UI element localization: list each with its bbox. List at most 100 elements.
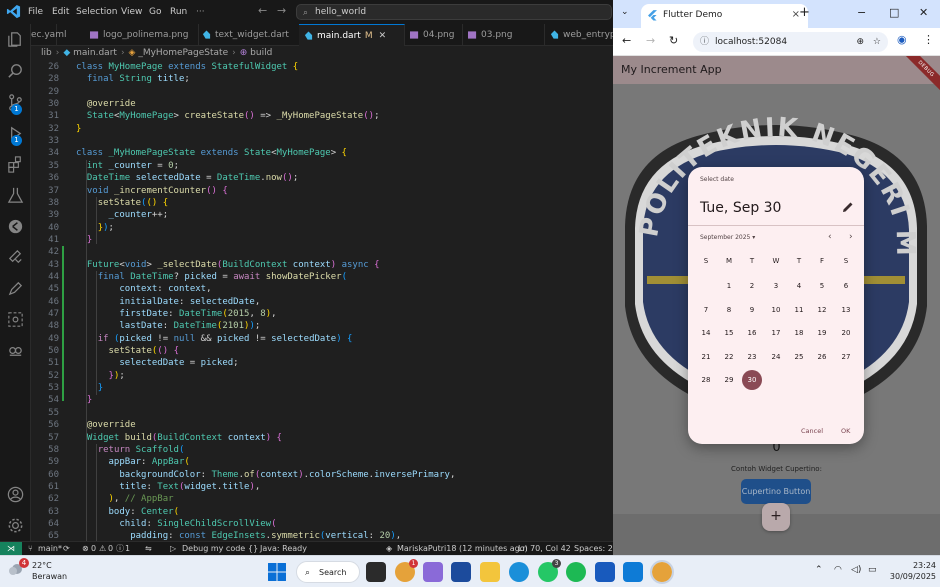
command-center-search[interactable]: ⌕ hello_world (296, 4, 612, 20)
extensions-icon[interactable] (6, 155, 25, 174)
code-line[interactable]: 54 } (31, 395, 613, 407)
calendar-day[interactable]: 14 (696, 323, 716, 343)
calendar-day[interactable]: 27 (836, 347, 856, 367)
tab-main-dart[interactable]: main.dart M ✕ (299, 24, 405, 46)
calendar-day[interactable]: 25 (789, 347, 809, 367)
code-line[interactable]: 51 selectedDate = picked; (31, 358, 613, 370)
code-line[interactable]: 33 (31, 136, 613, 148)
flutter-devtools-icon[interactable] (6, 217, 25, 236)
source-control-icon[interactable]: 1 (6, 93, 25, 115)
info-count[interactable]: 1 (125, 542, 130, 555)
code-line[interactable]: 31 State<MyHomePage> createState() => _M… (31, 111, 613, 123)
code-line[interactable]: 42 (31, 247, 613, 259)
calendar-day[interactable]: 3 (766, 276, 786, 296)
breadcrumb-item[interactable]: build (250, 48, 272, 58)
tab-text-widget[interactable]: text_widget.dart (197, 24, 301, 46)
calendar-day[interactable]: 17 (766, 323, 786, 343)
calendar-day[interactable]: 22 (719, 347, 739, 367)
testing-flask-icon[interactable] (6, 186, 25, 205)
calendar-day[interactable]: 29 (719, 370, 739, 390)
code-line[interactable]: 39 _counter++; (31, 210, 613, 222)
calendar-day[interactable]: 4 (789, 276, 809, 296)
calendar-day[interactable]: 19 (812, 323, 832, 343)
calendar-day[interactable]: 20 (836, 323, 856, 343)
search-icon[interactable] (6, 62, 25, 81)
code-line[interactable]: 26 class MyHomePage extends StatefulWidge… (31, 62, 613, 74)
code-line[interactable]: 49 if (picked != null && picked != selec… (31, 334, 613, 346)
menu-view[interactable]: View (121, 0, 142, 24)
calendar-day[interactable]: 2 (742, 276, 762, 296)
menu-file[interactable]: File (28, 0, 43, 24)
calendar-day[interactable]: 18 (789, 323, 809, 343)
forward-arrow-icon[interactable]: → (646, 34, 655, 47)
forward-arrow-icon[interactable]: → (277, 4, 286, 17)
volume-icon[interactable]: ◁) (851, 565, 861, 575)
chrome-menu-icon[interactable]: ⋮ (923, 33, 934, 46)
minimize-icon[interactable]: − (857, 6, 866, 19)
code-line[interactable]: 32} (31, 124, 613, 136)
chrome-taskbar-icon[interactable]: 1 (395, 559, 418, 582)
calendar-day[interactable]: 9 (742, 300, 762, 320)
back-arrow-icon[interactable]: ← (258, 4, 267, 17)
close-icon[interactable]: ✕ (919, 6, 928, 19)
calendar-day[interactable]: 12 (812, 300, 832, 320)
menu-selection[interactable]: Selection (76, 0, 117, 24)
code-line[interactable]: 64 child: SingleChildScrollView( (31, 519, 613, 531)
code-line[interactable]: 40 }); (31, 223, 613, 235)
calendar-day[interactable]: 13 (836, 300, 856, 320)
settings-gear-icon[interactable] (6, 516, 25, 535)
maximize-icon[interactable]: □ (889, 6, 899, 19)
breadcrumb-item[interactable]: _MyHomePageState (138, 48, 228, 58)
remote-explorer-icon[interactable] (6, 310, 25, 329)
battery-icon[interactable]: ▭ (868, 565, 877, 575)
taskbar-search[interactable]: ⌕ Search (296, 561, 360, 583)
copilot-taskbar-icon[interactable] (423, 562, 443, 582)
code-line[interactable]: 47 firstDate: DateTime(2015, 8), (31, 309, 613, 321)
cursor-position[interactable]: Ln 70, Col 42 (518, 542, 571, 555)
code-line[interactable]: 52 }); (31, 371, 613, 383)
calendar-day[interactable]: 28 (696, 370, 716, 390)
cupertino-button[interactable]: Cupertino Button (741, 479, 811, 504)
chrome-active-taskbar-icon[interactable] (650, 560, 674, 584)
address-bar[interactable]: ⓘ localhost:52084 ⊕ ☆ (693, 32, 888, 52)
code-line[interactable]: 57 Widget build(BuildContext context) { (31, 433, 613, 445)
java-status[interactable]: Java: Ready (260, 542, 307, 555)
bookmark-star-icon[interactable]: ☆ (873, 32, 881, 52)
profile-icon[interactable]: ◉ (897, 33, 907, 46)
menu-go[interactable]: Go (149, 0, 161, 24)
code-line[interactable]: 35 int _counter = 0; (31, 161, 613, 173)
menu-edit[interactable]: Edit (52, 0, 69, 24)
tab-pubspec[interactable]: ec.yaml (23, 24, 66, 46)
calendar-day[interactable]: 11 (789, 300, 809, 320)
git-branch[interactable]: main* (38, 542, 62, 555)
month-year-selector[interactable]: September 2025 ▾ (700, 234, 755, 241)
calendar-day[interactable]: 21 (696, 347, 716, 367)
vscode-taskbar-icon[interactable] (623, 562, 643, 582)
code-line[interactable]: 56 @override (31, 420, 613, 432)
error-count[interactable]: 0 (91, 542, 96, 555)
previous-month-icon[interactable]: ‹ (828, 232, 832, 242)
code-line[interactable]: 30 @override (31, 99, 613, 111)
code-line[interactable]: 44 final DateTime? picked = await showDa… (31, 272, 613, 284)
code-editor[interactable]: 26 class MyHomePage extends StatefulWidge… (31, 60, 613, 541)
task-view-icon[interactable] (366, 562, 386, 582)
code-line[interactable]: 61 title: Text(widget.title), (31, 482, 613, 494)
run-debug-icon[interactable]: 1 (6, 124, 25, 146)
code-line[interactable]: 29 (31, 87, 613, 99)
calendar-day-selected[interactable]: 30 (742, 370, 762, 390)
calendar-day[interactable]: 10 (766, 300, 786, 320)
back-arrow-icon[interactable]: ← (622, 34, 631, 47)
remote-indicator-icon[interactable]: ⋊ (0, 542, 22, 555)
site-info-icon[interactable]: ⓘ (700, 32, 709, 52)
sync-icon[interactable]: ⟳ (63, 542, 70, 555)
account-icon[interactable] (6, 485, 25, 504)
windows-start-icon[interactable] (267, 562, 287, 582)
new-tab-icon[interactable]: + (799, 5, 810, 20)
system-clock[interactable]: 23:24 30/09/2025 (884, 560, 936, 582)
code-line[interactable]: 34 class _MyHomePageState extends State<M… (31, 148, 613, 160)
tab-web-entrypoint[interactable]: web_entrypoint (545, 24, 613, 46)
code-line[interactable]: 46 initialDate: selectedDate, (31, 297, 613, 309)
code-line[interactable]: 63 body: Center( (31, 507, 613, 519)
code-line[interactable]: 43 Future<void> _selectDate(BuildContext… (31, 260, 613, 272)
calendar-day[interactable]: 6 (836, 276, 856, 296)
